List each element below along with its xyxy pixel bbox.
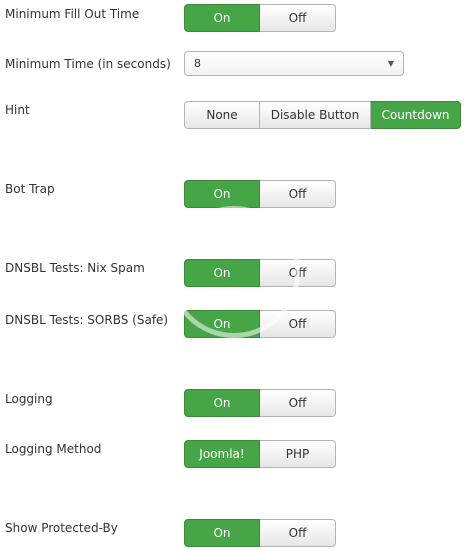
logging-toggle: On Off	[184, 389, 336, 417]
min-fill-time-label: Minimum Fill Out Time	[5, 7, 140, 21]
bot-trap-on-button[interactable]: On	[184, 180, 260, 208]
bot-trap-toggle: On Off	[184, 180, 336, 208]
sorbs-off-button[interactable]: Off	[260, 310, 336, 338]
logging-on-button[interactable]: On	[184, 389, 260, 417]
sorbs-on-button[interactable]: On	[184, 310, 260, 338]
show-protected-by-on-button[interactable]: On	[184, 519, 260, 547]
hint-countdown-button[interactable]: Countdown	[371, 101, 461, 129]
nix-spam-toggle: On Off	[184, 259, 336, 287]
hint-label: Hint	[5, 103, 30, 117]
min-time-label: Minimum Time (in seconds)	[5, 57, 171, 71]
logging-method-joomla-button[interactable]: Joomla!	[184, 440, 260, 468]
logging-method-php-button[interactable]: PHP	[260, 440, 336, 468]
logging-method-label: Logging Method	[5, 442, 102, 456]
hint-disable-button[interactable]: Disable Button	[260, 101, 371, 129]
nix-spam-on-button[interactable]: On	[184, 259, 260, 287]
caret-down-icon: ▼	[387, 59, 394, 68]
hint-toggle: None Disable Button Countdown	[184, 101, 461, 129]
logging-off-button[interactable]: Off	[260, 389, 336, 417]
min-fill-time-on-button[interactable]: On	[184, 4, 260, 32]
logging-label: Logging	[5, 392, 53, 406]
min-fill-time-off-button[interactable]: Off	[260, 4, 336, 32]
sorbs-toggle: On Off	[184, 310, 336, 338]
min-fill-time-toggle: On Off	[184, 4, 336, 32]
logging-method-toggle: Joomla! PHP	[184, 440, 336, 468]
nix-spam-off-button[interactable]: Off	[260, 259, 336, 287]
hint-none-button[interactable]: None	[184, 101, 260, 129]
show-protected-by-label: Show Protected-By	[5, 521, 118, 535]
sorbs-label: DNSBL Tests: SORBS (Safe)	[5, 313, 169, 327]
min-time-value: 8	[194, 57, 201, 70]
bot-trap-label: Bot Trap	[5, 182, 55, 196]
show-protected-by-toggle: On Off	[184, 519, 336, 547]
show-protected-by-off-button[interactable]: Off	[260, 519, 336, 547]
nix-spam-label: DNSBL Tests: Nix Spam	[5, 261, 145, 275]
min-time-select[interactable]: 8 ▼	[184, 51, 404, 76]
bot-trap-off-button[interactable]: Off	[260, 180, 336, 208]
